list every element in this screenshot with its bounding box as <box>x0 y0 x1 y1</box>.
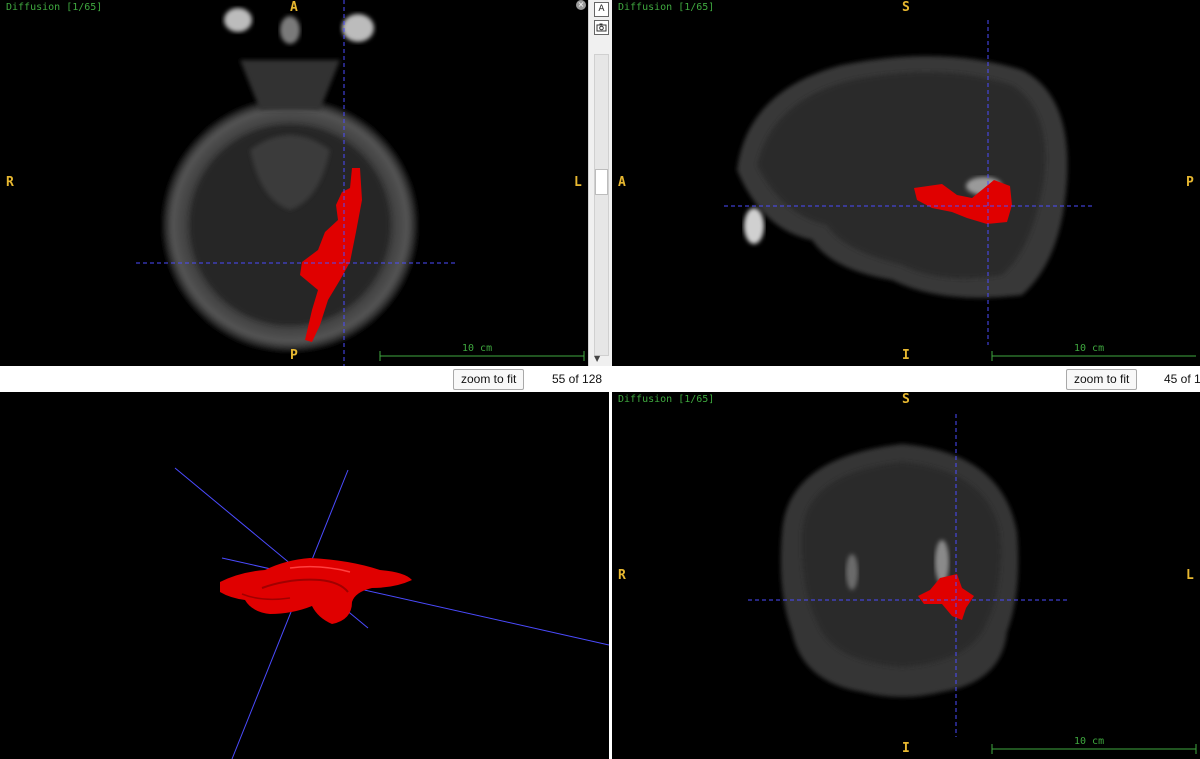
render-3d-view[interactable] <box>0 392 609 759</box>
3d-render <box>174 467 609 759</box>
sagittal-image <box>724 20 1196 361</box>
slice-counter: 45 of 1 <box>1164 372 1200 386</box>
orientation-top: S <box>902 392 910 407</box>
orientation-left: R <box>618 568 626 583</box>
scale-bar-label: 10 cm <box>1074 736 1105 747</box>
scale-bar-label: 10 cm <box>1074 343 1105 354</box>
sagittal-view[interactable]: Diffusion [1/65] S I A P 10 cm <box>612 0 1200 366</box>
scale-bar-label: 10 cm <box>462 343 493 354</box>
axial-status-bar: zoom to fit 55 of 128 <box>0 366 612 392</box>
coronal-image <box>748 414 1197 754</box>
axial-side-toolbar: A ▼ <box>588 0 613 366</box>
close-icon[interactable]: × <box>576 0 586 10</box>
annotate-icon[interactable]: A <box>594 2 609 17</box>
slice-scrollbar[interactable] <box>594 54 609 356</box>
zoom-to-fit-button[interactable]: zoom to fit <box>453 369 525 390</box>
orientation-right: L <box>1186 568 1194 583</box>
orientation-top: A <box>290 0 298 15</box>
orientation-bottom: I <box>902 741 910 756</box>
scroll-down-icon[interactable]: ▼ <box>594 354 600 363</box>
axial-view[interactable]: Diffusion [1/65] A P R L 10 cm × <box>0 0 588 366</box>
view-title: Diffusion [1/65] <box>618 394 715 405</box>
camera-icon[interactable] <box>594 20 609 35</box>
orientation-bottom: I <box>902 348 910 363</box>
zoom-to-fit-button[interactable]: zoom to fit <box>1066 369 1138 390</box>
orientation-right: P <box>1186 175 1194 190</box>
orientation-right: L <box>574 175 582 190</box>
orientation-left: A <box>618 175 626 190</box>
scrollbar-thumb[interactable] <box>595 169 608 195</box>
view-title: Diffusion [1/65] <box>618 2 715 13</box>
sagittal-status-bar: zoom to fit 45 of 1 <box>612 366 1200 392</box>
view-title: Diffusion [1/65] <box>6 2 103 13</box>
orientation-bottom: P <box>290 348 298 363</box>
orientation-left: R <box>6 175 14 190</box>
coronal-view[interactable]: Diffusion [1/65] S I R L 10 cm <box>612 392 1200 759</box>
slice-counter: 55 of 128 <box>552 372 603 386</box>
axial-image <box>136 0 585 366</box>
orientation-top: S <box>902 0 910 15</box>
